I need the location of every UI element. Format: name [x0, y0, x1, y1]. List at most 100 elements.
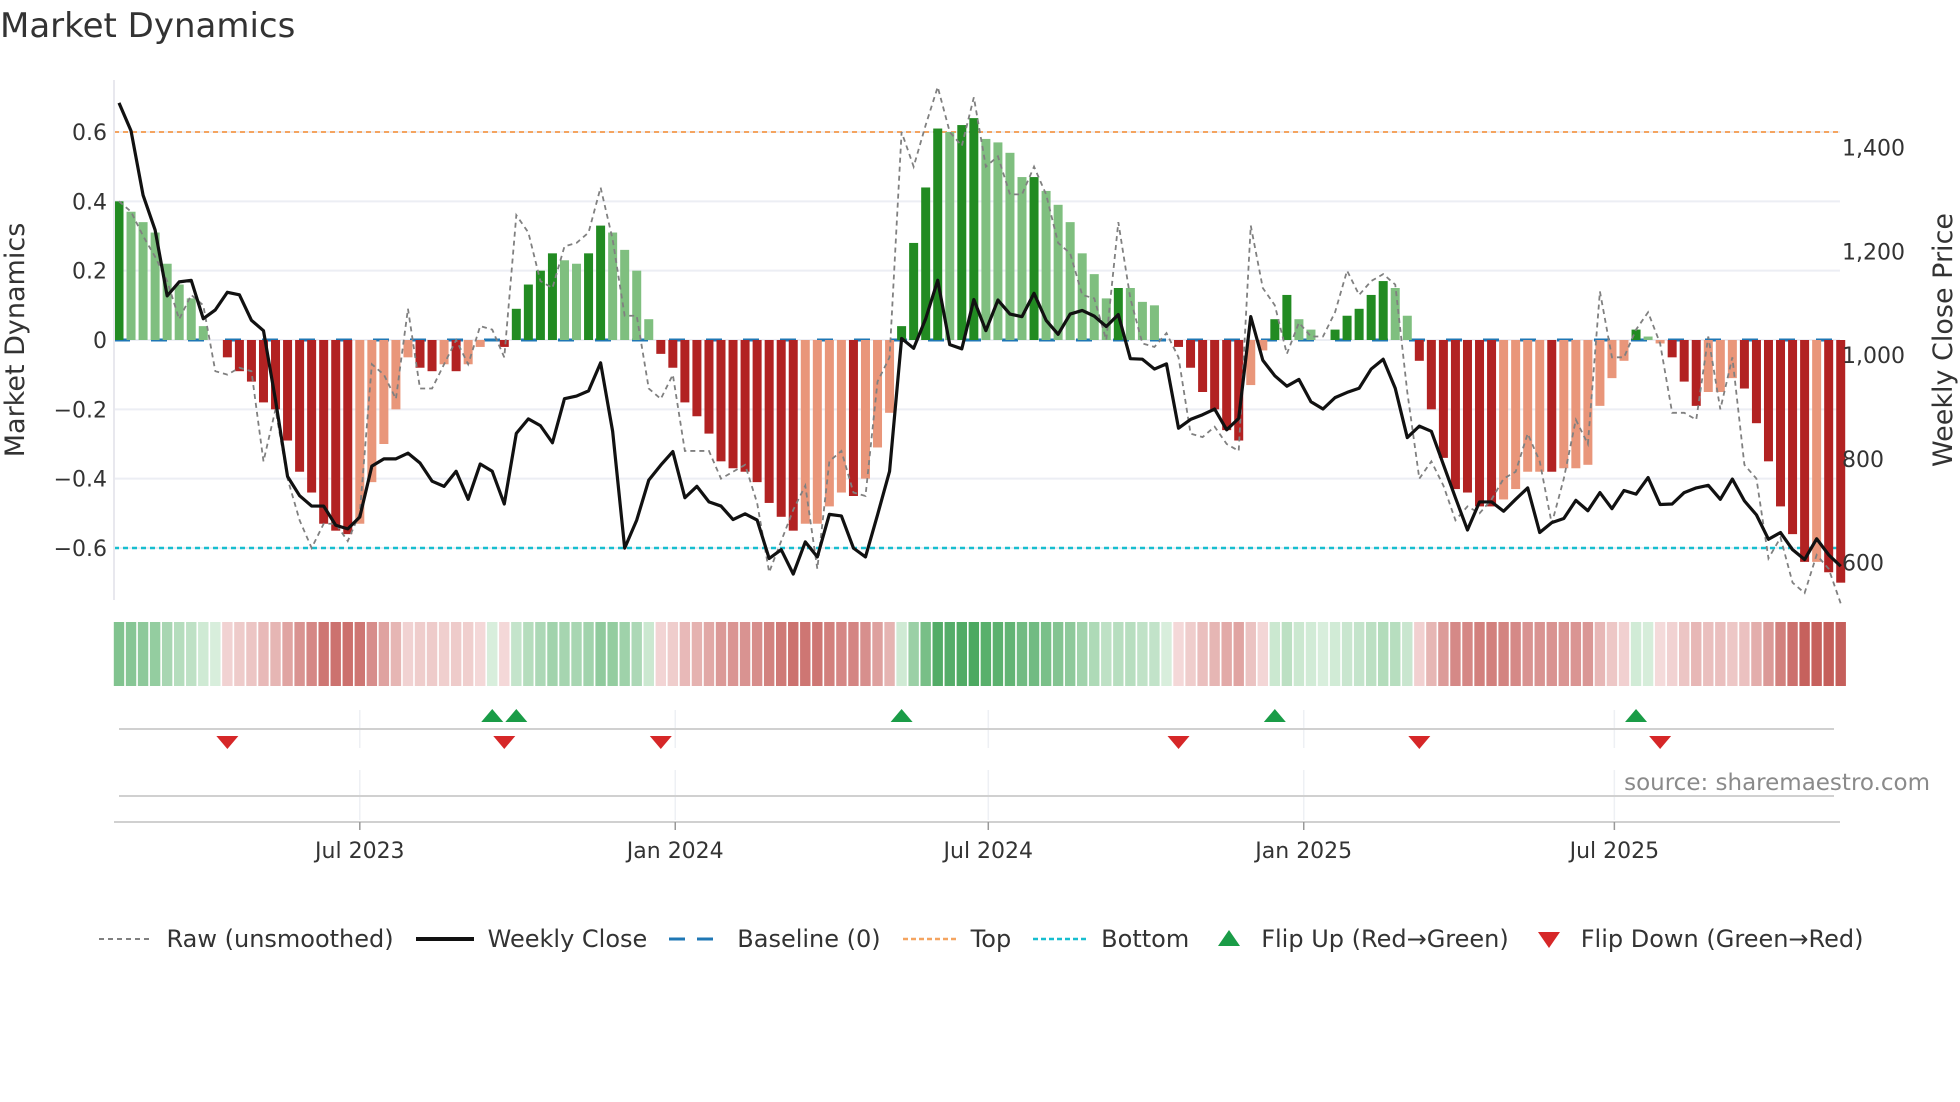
flip-up-marker	[481, 709, 504, 722]
dynamics-bar	[547, 253, 557, 340]
regime-cell	[1233, 622, 1244, 686]
regime-cell	[342, 622, 353, 686]
legend: Raw (unsmoothed) Weekly Close Baseline (…	[0, 925, 1960, 953]
regime-cell	[535, 622, 546, 686]
dynamics-bar	[1174, 340, 1184, 347]
flip-down-marker	[493, 736, 516, 749]
dynamics-bar	[1330, 329, 1340, 340]
dynamics-bar	[1511, 340, 1521, 490]
dynamics-bar	[692, 340, 702, 417]
dynamics-bar	[764, 340, 774, 503]
dynamics-bar	[1487, 340, 1497, 507]
x-tick-label: Jul 2023	[313, 839, 405, 864]
regime-cell	[1450, 622, 1461, 686]
dynamics-bar	[680, 340, 690, 403]
dynamics-bar	[860, 340, 870, 479]
legend-item-close[interactable]: Weekly Close	[414, 925, 647, 953]
dynamics-bar	[1583, 340, 1593, 465]
dynamics-bar	[1450, 340, 1460, 490]
regime-cell	[1305, 622, 1317, 686]
dynamics-bar	[343, 340, 353, 535]
regime-cell	[1269, 622, 1281, 686]
legend-item-flip-down[interactable]: Flip Down (Green→Red)	[1529, 925, 1864, 953]
regime-heat-strip	[113, 622, 1846, 686]
regime-cell	[1606, 622, 1618, 686]
dynamics-bar	[584, 253, 594, 340]
dynamics-bar	[1426, 340, 1436, 410]
regime-cell	[1245, 622, 1256, 686]
triangle-up-icon	[1218, 930, 1241, 946]
regime-cell	[1378, 622, 1389, 686]
dynamics-bar	[451, 340, 461, 372]
regime-cell	[1197, 622, 1208, 686]
y2-axis-label: Weekly Close Price	[1928, 213, 1959, 467]
regime-cell	[137, 622, 149, 686]
legend-item-top[interactable]: Top	[901, 925, 1011, 953]
axes: 0.6 0.4 0.2 0 −0.2 −0.4 −0.6 1,400 1,200 1,000 800…	[0, 80, 1959, 864]
regime-cell	[475, 622, 486, 686]
regime-cell	[583, 622, 594, 686]
dynamics-bar	[1535, 340, 1545, 472]
flip-up-marker	[1263, 709, 1286, 722]
y-tick-label: −0.2	[54, 398, 107, 423]
regime-cell	[1763, 622, 1774, 686]
dynamics-bar	[1378, 281, 1388, 340]
dynamics-bar	[523, 284, 533, 340]
y-tick-label: −0.4	[54, 468, 107, 493]
legend-item-bottom[interactable]: Bottom	[1031, 925, 1189, 953]
regime-cell	[294, 622, 305, 686]
regime-cell	[763, 622, 775, 686]
dynamics-bar	[957, 125, 967, 340]
regime-cell	[1546, 622, 1557, 686]
legend-item-flip-up[interactable]: Flip Up (Red→Green)	[1209, 925, 1509, 953]
regime-cell	[174, 622, 185, 686]
regime-cell	[1341, 622, 1353, 686]
y-tick-label: 0.2	[72, 260, 107, 285]
regime-cell	[523, 622, 534, 686]
y-tick-label: 0.4	[72, 190, 107, 215]
y-tick-label: −0.6	[54, 537, 107, 562]
regime-cell	[222, 622, 233, 686]
dynamics-bar	[114, 201, 124, 340]
dynamics-bar	[812, 340, 822, 524]
dynamics-bar	[319, 340, 329, 524]
flip-up-marker	[1625, 709, 1648, 722]
dynamics-bar	[126, 211, 136, 340]
regime-cell	[499, 622, 510, 686]
regime-cell	[571, 622, 582, 686]
flip-up-marker	[890, 709, 913, 722]
regime-cell	[1666, 622, 1678, 686]
legend-item-raw[interactable]: Raw (unsmoothed)	[97, 925, 394, 953]
regime-cell	[1173, 622, 1184, 686]
regime-cell	[1787, 622, 1798, 686]
regime-cell	[246, 622, 257, 686]
dynamics-bar	[367, 340, 377, 483]
dynamics-bar	[848, 340, 858, 496]
dynamics-bar	[1571, 340, 1581, 469]
regime-cell	[487, 622, 498, 686]
flip-down-marker	[216, 736, 239, 749]
dynamics-bar	[1414, 340, 1424, 361]
regime-cell	[559, 622, 570, 686]
regime-cell	[727, 622, 739, 686]
regime-cell	[1618, 622, 1630, 686]
dynamics-bar	[1186, 340, 1196, 368]
regime-cell	[306, 622, 317, 686]
x-tick-label: Jan 2024	[625, 839, 724, 864]
regime-cell	[968, 622, 980, 686]
regime-cell	[511, 622, 522, 686]
dynamics-bar	[1306, 329, 1316, 340]
regime-cell	[234, 622, 245, 686]
regime-cell	[1040, 622, 1052, 686]
dynamics-bar	[283, 340, 293, 441]
regime-cell	[1113, 622, 1124, 686]
dynamics-bar	[439, 340, 449, 365]
y2-tick-label: 1,400	[1842, 136, 1905, 161]
dynamics-bar	[198, 326, 208, 340]
regime-cell	[1582, 622, 1594, 686]
dynamics-bar	[1402, 315, 1412, 340]
dotted-line-icon	[98, 938, 153, 940]
regime-cell	[1077, 622, 1088, 686]
dynamics-bar	[1703, 340, 1713, 392]
legend-item-baseline[interactable]: Baseline (0)	[667, 925, 881, 953]
